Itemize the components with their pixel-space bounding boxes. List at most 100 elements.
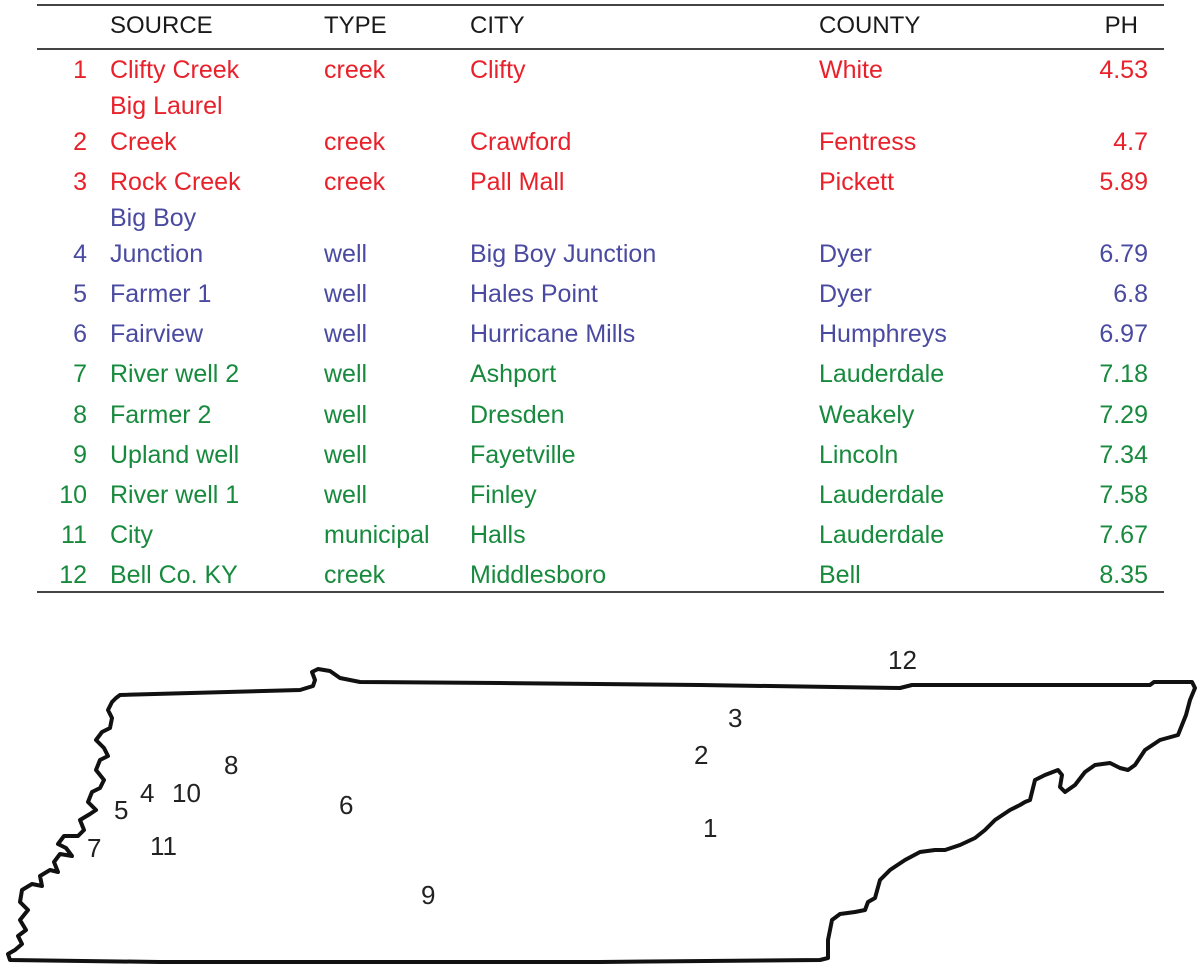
cell-ph: 7.29 [1099, 401, 1148, 429]
cell-ph: 4.7 [1113, 128, 1148, 156]
cell-city: Finley [470, 481, 537, 509]
cell-county: Lauderdale [819, 521, 945, 549]
cell-city: Crawford [470, 128, 572, 156]
site-label-5: 5 [114, 795, 129, 825]
site-label-1: 1 [703, 813, 718, 843]
cell-county: Dyer [819, 240, 872, 268]
cell-city: Hales Point [470, 280, 598, 308]
table-row: 9 Upland well well Fayetville Lincoln 7.34 [37, 441, 1164, 477]
cell-county: Lauderdale [819, 481, 945, 509]
cell-number: 4 [73, 240, 87, 268]
header-ph: PH [1104, 12, 1138, 39]
cell-city: Halls [470, 521, 526, 549]
cell-type: well [324, 481, 368, 509]
cell-source: Big Boy [110, 204, 197, 232]
cell-number: 11 [61, 521, 87, 549]
cell-type: well [324, 441, 368, 469]
cell-ph: 6.97 [1099, 320, 1148, 348]
cell-county: Weakely [819, 401, 915, 429]
cell-number: 10 [59, 481, 87, 509]
site-label-3: 3 [728, 703, 743, 733]
cell-county: Pickett [819, 168, 895, 196]
cell-ph: 5.89 [1099, 168, 1148, 196]
cell-number: 2 [73, 128, 87, 156]
site-label-7: 7 [87, 833, 102, 863]
table-row: 1 Clifty Creek creek Clifty White 4.53 [37, 56, 1164, 92]
table-row: 6 Fairview well Hurricane Mills Humphreys 6.9… [37, 320, 1164, 356]
cell-number: 9 [73, 441, 87, 469]
cell-ph: 7.18 [1099, 360, 1148, 388]
cell-city: Big Boy Junction [470, 240, 657, 268]
cell-city: Dresden [470, 401, 565, 429]
cell-type: creek [324, 128, 386, 156]
cell-county: Bell [819, 561, 861, 589]
site-label-10: 10 [172, 778, 201, 808]
cell-city: Hurricane Mills [470, 320, 636, 348]
cell-source: Bell Co. KY [110, 561, 238, 589]
state-border [6, 667, 1197, 964]
cell-city: Clifty [470, 56, 526, 84]
cell-type: well [324, 401, 368, 429]
cell-ph: 7.67 [1099, 521, 1148, 549]
cell-source: Farmer 2 [110, 401, 212, 429]
cell-type: creek [324, 56, 386, 84]
cell-ph: 6.8 [1113, 280, 1148, 308]
table-row: 3 Rock Creek creek Pall Mall Pickett 5.89 [37, 168, 1164, 204]
cell-source: Creek [110, 128, 177, 156]
cell-type: creek [324, 168, 386, 196]
cell-county: White [819, 56, 883, 84]
cell-type: well [324, 280, 368, 308]
table-top-rule [37, 4, 1164, 6]
cell-ph: 7.58 [1099, 481, 1148, 509]
cell-source: Clifty Creek [110, 56, 240, 84]
cell-source: Big Laurel [110, 92, 223, 120]
cell-ph: 6.79 [1099, 240, 1148, 268]
cell-number: 6 [73, 320, 87, 348]
table-row: 10 River well 1 well Finley Lauderdale 7.58 [37, 481, 1164, 517]
cell-type: well [324, 360, 368, 388]
site-label-2: 2 [694, 740, 709, 770]
cell-type: municipal [324, 521, 430, 549]
cell-county: Lauderdale [819, 360, 945, 388]
site-label-4: 4 [140, 778, 155, 808]
table-row: 11 City municipal Halls Lauderdale 7.67 [37, 521, 1164, 557]
cell-source: Rock Creek [110, 168, 241, 196]
cell-number: 5 [73, 280, 87, 308]
cell-number: 3 [73, 168, 87, 196]
table-bottom-rule [37, 591, 1164, 593]
cell-county: Fentress [819, 128, 917, 156]
table-row: 8 Farmer 2 well Dresden Weakely 7.29 [37, 401, 1164, 437]
tennessee-map: 1 2 3 4 5 6 7 8 9 10 11 12 [0, 640, 1202, 971]
cell-ph: 7.34 [1099, 441, 1148, 469]
header-city: CITY [470, 12, 525, 39]
header-county: COUNTY [819, 12, 921, 39]
table-row: 4 Junction well Big Boy Junction Dyer 6.79 [37, 240, 1164, 276]
cell-city: Pall Mall [470, 168, 565, 196]
cell-number: 8 [73, 401, 87, 429]
table-row: Big Boy [37, 204, 1164, 240]
site-label-9: 9 [421, 880, 436, 910]
cell-number: 12 [59, 561, 87, 589]
site-label-11: 11 [150, 831, 177, 861]
table-row: 7 River well 2 well Ashport Lauderdale 7.18 [37, 360, 1164, 396]
site-label-12: 12 [888, 645, 917, 675]
table-row: Big Laurel [37, 92, 1164, 128]
site-label-6: 6 [339, 790, 354, 820]
cell-source: Junction [110, 240, 204, 268]
cell-type: well [324, 320, 368, 348]
cell-county: Dyer [819, 280, 872, 308]
cell-number: 1 [73, 56, 87, 84]
cell-source: Upland well [110, 441, 240, 469]
cell-city: Fayetville [470, 441, 576, 469]
header-source: SOURCE [110, 12, 213, 39]
cell-county: Humphreys [819, 320, 947, 348]
cell-source: River well 2 [110, 360, 240, 388]
table-row: 5 Farmer 1 well Hales Point Dyer 6.8 [37, 280, 1164, 316]
cell-number: 7 [73, 360, 87, 388]
cell-ph: 4.53 [1099, 56, 1148, 84]
cell-source: Fairview [110, 320, 204, 348]
header-rule [37, 48, 1164, 50]
cell-county: Lincoln [819, 441, 899, 469]
cell-city: Ashport [470, 360, 557, 388]
cell-city: Middlesboro [470, 561, 607, 589]
